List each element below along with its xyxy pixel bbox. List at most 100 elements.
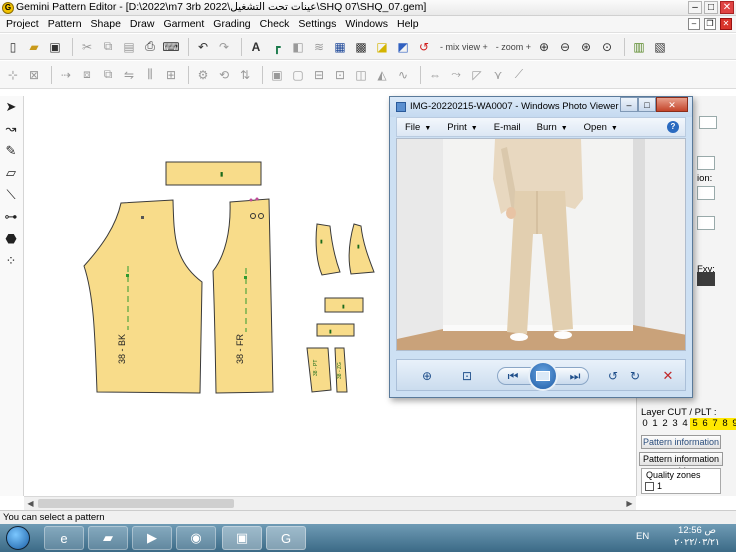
pv-menu-file[interactable]: File ▼ [405, 122, 431, 133]
canvas-horizontal-scrollbar[interactable]: ◀ ▶ [24, 496, 636, 510]
distribute-icon[interactable]: ⊡ [331, 66, 349, 84]
pleat-tool-icon[interactable]: ≋ [310, 38, 328, 56]
menu-garment[interactable]: Garment [163, 18, 204, 30]
copy-piece-icon[interactable]: ⧈ [78, 66, 96, 84]
save-icon[interactable]: ▣ [46, 38, 64, 56]
layer-number[interactable]: 3 [670, 418, 680, 430]
start-button[interactable] [6, 526, 30, 550]
layout-icon[interactable]: ▥ [630, 38, 648, 56]
flip-icon[interactable]: ⇅ [236, 66, 254, 84]
rotate-right-icon[interactable]: ↻ [625, 367, 645, 385]
scroll-right-arrow-icon[interactable]: ▶ [624, 498, 635, 509]
bezier-tool-icon[interactable]: ↝ [0, 118, 22, 140]
print-icon[interactable]: ⎙ [141, 38, 159, 56]
taskbar-explorer-icon[interactable]: ▰ [88, 526, 128, 550]
measure-icon[interactable]: ⇔ [426, 66, 444, 84]
zoom-window-icon[interactable]: ⊙ [598, 38, 616, 56]
clock[interactable]: ص 12:56 ٢٠٢٢/٠٣/٢١ [672, 525, 722, 549]
fold-icon[interactable]: ◸ [468, 66, 486, 84]
scroll-thumb[interactable] [38, 499, 234, 508]
pv-maximize-button[interactable]: □ [638, 97, 656, 112]
layer-number[interactable]: 8 [720, 418, 730, 430]
offset-icon[interactable]: ◫ [352, 66, 370, 84]
help-icon[interactable]: ? [667, 121, 679, 133]
pv-minimize-button[interactable]: – [620, 97, 638, 112]
layer-number[interactable]: 0 [640, 418, 650, 430]
copy-icon[interactable]: ⧉ [99, 38, 117, 56]
split-icon[interactable]: ⫼ [141, 66, 159, 84]
button-hole-icon[interactable]: ⊶ [0, 206, 22, 228]
move-point-icon[interactable]: ⇢ [57, 66, 75, 84]
needle-icon[interactable]: ⟍ [0, 184, 22, 206]
delete-icon[interactable]: ✕ [659, 367, 677, 385]
dart-icon[interactable]: ◭ [373, 66, 391, 84]
actual-size-icon[interactable]: ⊡ [457, 367, 477, 385]
photo-viewer-window[interactable]: IMG-20220215-WA0007 - Windows Photo View… [389, 96, 693, 398]
menu-settings[interactable]: Settings [298, 18, 336, 30]
pencil-icon[interactable]: ✎ [0, 140, 22, 162]
drill-icon[interactable]: ⬣ [0, 228, 22, 250]
menu-windows[interactable]: Windows [345, 18, 388, 30]
taskbar-ie-icon[interactable]: e [44, 526, 84, 550]
cut-icon[interactable]: ✂ [78, 38, 96, 56]
layer-number[interactable]: 1 [650, 418, 660, 430]
doc-restore-button[interactable]: ❐ [704, 18, 716, 30]
menu-check[interactable]: Check [260, 18, 290, 30]
belt-loop-piece[interactable]: ▮ [324, 297, 364, 313]
grid-icon[interactable]: ▦ [331, 38, 349, 56]
ruler-icon[interactable]: ▱ [0, 162, 22, 184]
new-file-icon[interactable]: ▯ [4, 38, 22, 56]
pattern-information-button[interactable]: Pattern information [641, 435, 721, 449]
quality-zone-checkbox[interactable] [645, 482, 654, 491]
taskbar-photo-viewer-icon[interactable]: ▣ [222, 526, 262, 550]
join-icon[interactable]: ⊞ [162, 66, 180, 84]
pattern-information-table-button[interactable]: Pattern information table [639, 452, 723, 476]
plotter-icon[interactable]: ⌨ [162, 38, 180, 56]
property-dropdown-1[interactable] [697, 156, 715, 170]
menu-draw[interactable]: Draw [130, 18, 155, 30]
zoom-control[interactable]: - zoom + [496, 42, 531, 52]
doc-close-button[interactable]: ✕ [720, 18, 732, 30]
walk-icon[interactable]: ⤳ [447, 66, 465, 84]
redo-icon[interactable]: ↷ [215, 38, 233, 56]
photo-viewer-title-bar[interactable]: IMG-20220215-WA0007 - Windows Photo View… [390, 97, 692, 117]
pv-menu-burn[interactable]: Burn ▼ [537, 122, 568, 133]
layer-number[interactable]: 6 [700, 418, 710, 430]
duplicate-icon[interactable]: ⧉ [99, 66, 117, 84]
notch-tool-icon[interactable]: ┏ [268, 38, 286, 56]
info-icon[interactable]: ▧ [651, 38, 669, 56]
notch-icon[interactable]: ⋎ [489, 66, 507, 84]
mirror-icon[interactable]: ⇋ [120, 66, 138, 84]
taskbar-gemini-icon[interactable]: G [266, 526, 306, 550]
group-icon[interactable]: ▣ [268, 66, 286, 84]
zoom-icon[interactable]: ⊕ [417, 367, 437, 385]
zoom-out-icon[interactable]: ⊖ [556, 38, 574, 56]
layer-number[interactable]: 9 [730, 418, 736, 430]
highlight-icon[interactable]: ◪ [373, 38, 391, 56]
menu-project[interactable]: Project [6, 18, 39, 30]
points-icon[interactable]: ⁘ [0, 250, 22, 272]
point-tool-icon[interactable]: ⊹ [4, 66, 22, 84]
facing-strip-piece[interactable]: ▮ [316, 323, 355, 337]
doc-minimize-button[interactable]: – [688, 18, 700, 30]
pocket-piece-right[interactable]: ▮ [348, 223, 375, 275]
pv-menu-open[interactable]: Open ▼ [584, 122, 618, 133]
seam-tool-icon[interactable]: ◧ [289, 38, 307, 56]
text-tool-icon[interactable]: A [247, 38, 265, 56]
next-icon[interactable]: ⏭ [565, 367, 585, 385]
open-folder-icon[interactable]: ▰ [25, 38, 43, 56]
mix-view-control[interactable]: - mix view + [440, 42, 488, 52]
back-pattern-piece[interactable]: 38 - BK [83, 199, 203, 394]
marker-icon[interactable]: ◩ [394, 38, 412, 56]
layer-number[interactable]: 5 [690, 418, 700, 430]
gear-icon[interactable]: ⚙ [194, 66, 212, 84]
waistband-piece[interactable]: ▮ [165, 161, 262, 186]
rotate-red-icon[interactable]: ↺ [415, 38, 433, 56]
menu-grading[interactable]: Grading [213, 18, 250, 30]
pv-menu-email[interactable]: E-mail [494, 122, 521, 133]
property-dropdown-3[interactable] [697, 216, 715, 230]
property-dropdown-2[interactable] [697, 186, 715, 200]
undo-icon[interactable]: ↶ [194, 38, 212, 56]
zoom-fit-icon[interactable]: ⊛ [577, 38, 595, 56]
slideshow-button[interactable] [528, 361, 558, 391]
